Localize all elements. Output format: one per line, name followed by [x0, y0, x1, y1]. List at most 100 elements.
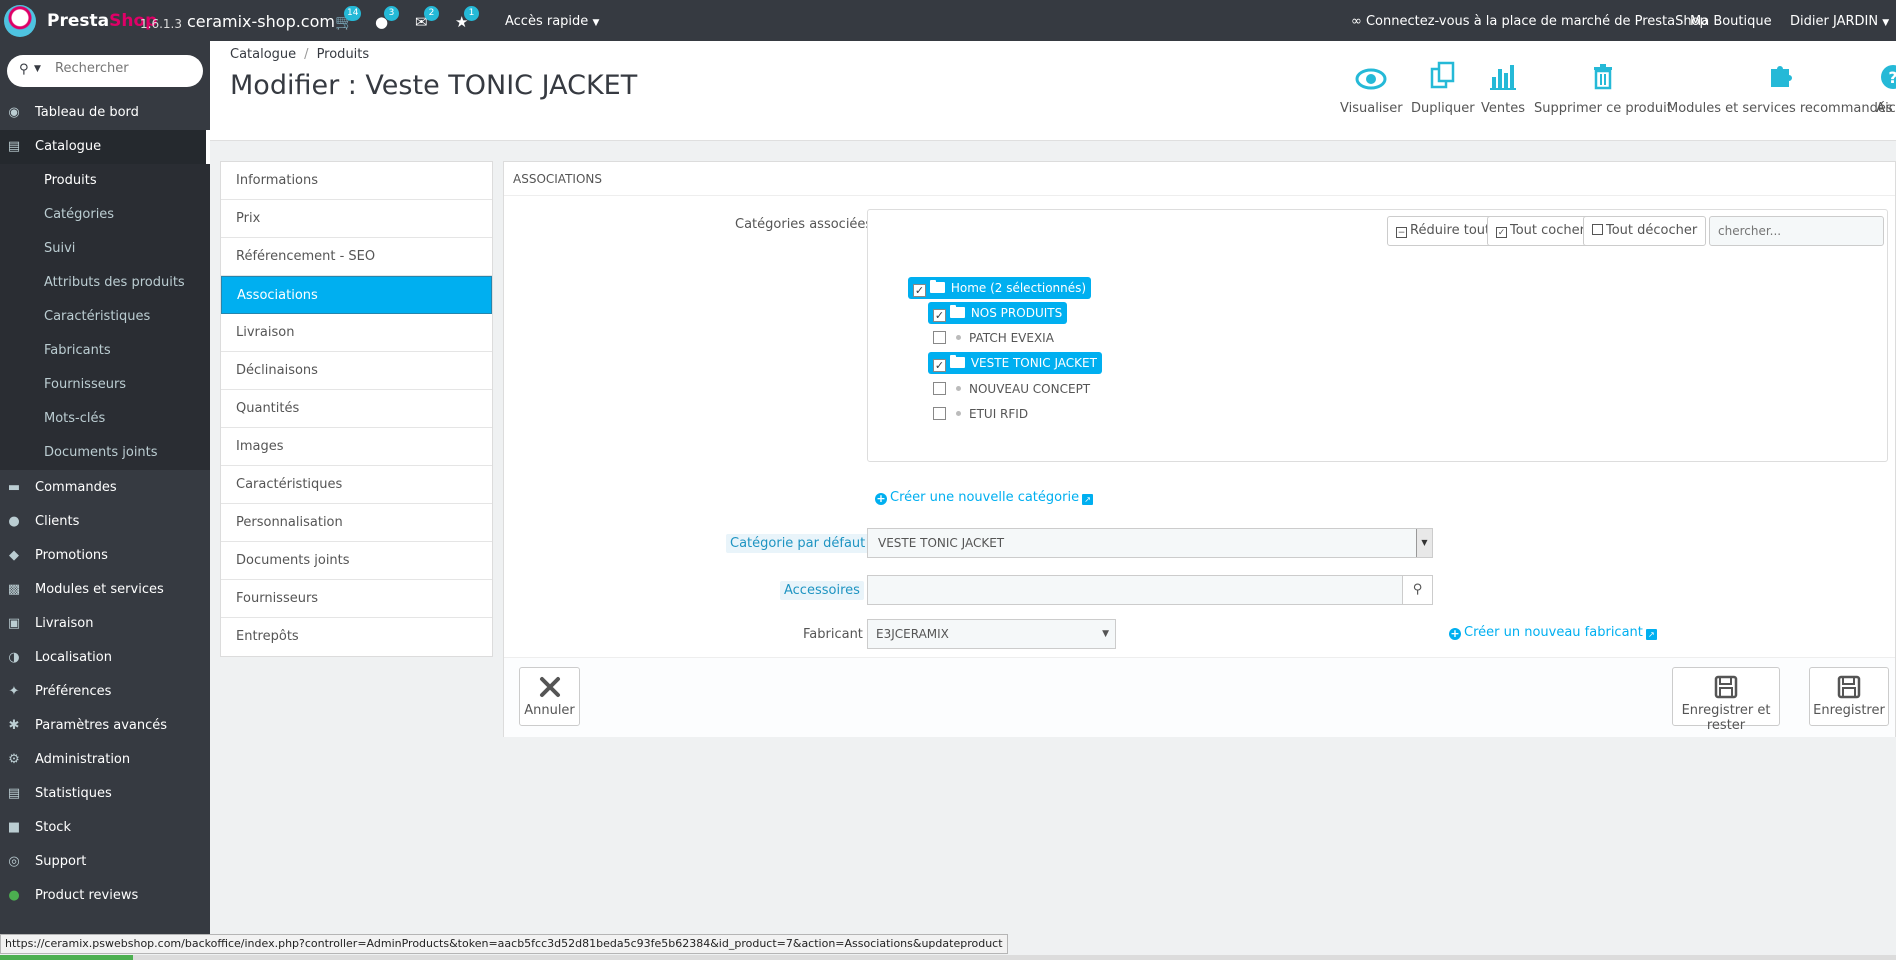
- view-product-button[interactable]: Visualiser: [1340, 59, 1403, 129]
- tree-search-input[interactable]: [1709, 216, 1884, 246]
- chevron-down-icon[interactable]: ▼: [34, 64, 41, 74]
- sidebar-item-product-reviews[interactable]: ● Product reviews: [0, 879, 210, 913]
- tab-informations[interactable]: Informations: [221, 162, 492, 200]
- cancel-button[interactable]: Annuler: [519, 667, 580, 726]
- breadcrumb-products[interactable]: Produits: [317, 47, 370, 62]
- tab-warehouses[interactable]: Entrepôts: [221, 618, 492, 656]
- marketplace-link[interactable]: ∞ Connectez-vous à la place de marché de…: [1351, 14, 1708, 29]
- search-icon[interactable]: ⚲: [19, 62, 29, 77]
- sidebar-item-promotions[interactable]: ◆ Promotions: [0, 539, 210, 573]
- submenu-manufacturers[interactable]: Fabricants: [0, 334, 210, 368]
- default-category-label[interactable]: Catégorie par défaut: [726, 534, 870, 553]
- tree-node-nos-produits[interactable]: ✓ NOS PRODUITS: [928, 302, 1068, 324]
- customer-notification[interactable]: ● 3: [375, 6, 399, 31]
- sidebar-item-advanced-params[interactable]: ✱ Paramètres avancés: [0, 709, 210, 743]
- checkbox-home[interactable]: ✓: [913, 284, 926, 297]
- sidebar-item-catalogue[interactable]: ▤ Catalogue: [0, 130, 210, 164]
- tree-node-patch-evexia[interactable]: PATCH EVEXIA: [933, 327, 1054, 349]
- submenu-attributes[interactable]: Attributs des produits: [0, 266, 210, 300]
- tab-suppliers[interactable]: Fournisseurs: [221, 580, 492, 618]
- checkbox-patch-evexia[interactable]: [933, 331, 946, 344]
- tab-attachments[interactable]: Documents joints: [221, 542, 492, 580]
- submenu-suppliers[interactable]: Fournisseurs: [0, 368, 210, 402]
- quick-access-label: Accès rapide: [505, 14, 589, 29]
- breadcrumb: Catalogue / Produits: [230, 47, 370, 62]
- sidebar-item-dashboard[interactable]: ◉ Tableau de bord: [0, 96, 210, 130]
- help-button[interactable]: ? Aic: [1876, 59, 1896, 129]
- shop-name[interactable]: ceramix-shop.com: [187, 12, 335, 31]
- page-title: Modifier : Veste TONIC JACKET: [230, 70, 638, 101]
- sidebar-item-stats[interactable]: ▤ Statistiques: [0, 777, 210, 811]
- tree-node-etui-rfid[interactable]: ETUI RFID: [933, 403, 1028, 425]
- sidebar-item-shipping[interactable]: ▣ Livraison: [0, 607, 210, 641]
- sidebar-search[interactable]: ⚲ ▼: [7, 55, 203, 87]
- submenu-products[interactable]: Produits: [0, 164, 210, 198]
- trophy-notification[interactable]: ★ 1: [455, 6, 479, 31]
- folder-icon: [950, 355, 965, 368]
- create-category-link[interactable]: + Créer une nouvelle catégorie ↗: [875, 490, 1094, 505]
- submenu-tracking[interactable]: Suivi: [0, 232, 210, 266]
- checkbox-veste[interactable]: ✓: [933, 359, 946, 372]
- tab-features[interactable]: Caractéristiques: [221, 466, 492, 504]
- sidebar-item-orders[interactable]: ▬ Commandes: [0, 471, 210, 505]
- tab-customization[interactable]: Personnalisation: [221, 504, 492, 542]
- message-badge: 2: [424, 6, 439, 21]
- tab-combinations[interactable]: Déclinaisons: [221, 352, 492, 390]
- sidebar-item-support[interactable]: ◎ Support: [0, 845, 210, 879]
- recommended-modules-button[interactable]: Modules et services recommandés: [1667, 59, 1893, 129]
- tab-images[interactable]: Images: [221, 428, 492, 466]
- tree-node-veste-tonic-jacket[interactable]: ✓ VESTE TONIC JACKET: [928, 352, 1102, 374]
- accessories-label[interactable]: Accessoires: [780, 581, 864, 600]
- user-menu[interactable]: Didier JARDIN ▼: [1790, 14, 1889, 29]
- submenu-features[interactable]: Caractéristiques: [0, 300, 210, 334]
- my-shop-link[interactable]: Ma Boutique: [1690, 14, 1772, 29]
- collapse-all-button[interactable]: − Réduire tout: [1387, 216, 1500, 246]
- marketplace-label: Connectez-vous à la place de marché de P…: [1365, 14, 1708, 29]
- create-manufacturer-link[interactable]: + Créer un nouveau fabricant ↗: [1449, 625, 1657, 640]
- checkbox-nouveau-concept[interactable]: [933, 382, 946, 395]
- sidebar-item-modules[interactable]: ▩ Modules et services: [0, 573, 210, 607]
- manufacturer-select[interactable]: E3JCERAMIX ▼: [867, 619, 1116, 649]
- search-icon[interactable]: ⚲: [1402, 575, 1433, 605]
- submenu-attachments[interactable]: Documents joints: [0, 436, 210, 470]
- tab-prices[interactable]: Prix: [221, 200, 492, 238]
- tree-node-home[interactable]: ✓ Home (2 sélectionnés): [908, 277, 1092, 299]
- sales-button[interactable]: Ventes: [1481, 59, 1525, 129]
- sidebar-item-preferences[interactable]: ✦ Préférences: [0, 675, 210, 709]
- sidebar-item-localization[interactable]: ◑ Localisation: [0, 641, 210, 675]
- tag-icon: ◆: [9, 548, 19, 563]
- prestashop-logo[interactable]: [4, 5, 36, 37]
- save-button[interactable]: Enregistrer: [1809, 667, 1889, 726]
- quick-access-menu[interactable]: Accès rapide ▼: [505, 14, 599, 29]
- duplicate-button[interactable]: Dupliquer: [1411, 59, 1475, 129]
- delete-product-button[interactable]: Supprimer ce produit: [1534, 59, 1672, 129]
- tab-shipping[interactable]: Livraison: [221, 314, 492, 352]
- submenu-categories[interactable]: Catégories: [0, 198, 210, 232]
- cart-notification[interactable]: 🛒 14: [335, 6, 362, 31]
- sidebar-item-customers[interactable]: ● Clients: [0, 505, 210, 539]
- save-and-stay-button[interactable]: Enregistrer et rester: [1672, 667, 1780, 733]
- search-input[interactable]: [55, 61, 195, 76]
- categories-label: Catégories associées: [735, 217, 873, 232]
- checkbox-nos-produits[interactable]: ✓: [933, 309, 946, 322]
- checkbox-etui-rfid[interactable]: [933, 407, 946, 420]
- message-notification[interactable]: ✉ 2: [415, 6, 439, 31]
- tab-seo[interactable]: Référencement - SEO: [221, 238, 492, 276]
- panel-heading: Associations: [504, 162, 1895, 196]
- submenu-tags[interactable]: Mots-clés: [0, 402, 210, 436]
- tab-associations[interactable]: Associations: [221, 276, 492, 314]
- accessories-input[interactable]: [867, 575, 1403, 605]
- page-header: Catalogue / Produits Modifier : Veste TONI…: [210, 41, 1896, 141]
- puzzle-icon: [1770, 66, 1792, 87]
- breadcrumb-catalogue[interactable]: Catalogue: [230, 47, 296, 62]
- tree-node-nouveau-concept[interactable]: NOUVEAU CONCEPT: [933, 378, 1090, 400]
- uncheck-all-button[interactable]: Tout décocher: [1583, 216, 1707, 246]
- check-all-button[interactable]: ✓ Tout cocher: [1487, 216, 1594, 246]
- chevron-down-icon[interactable]: ▼: [1416, 529, 1432, 557]
- sidebar-item-administration[interactable]: ⚙ Administration: [0, 743, 210, 777]
- default-category-select[interactable]: VESTE TONIC JACKET ▼: [867, 528, 1433, 558]
- plus-circle-icon: +: [1449, 627, 1461, 640]
- tab-quantities[interactable]: Quantités: [221, 390, 492, 428]
- external-link-icon: ↗: [1082, 494, 1094, 505]
- sidebar-item-stock[interactable]: ■ Stock: [0, 811, 210, 845]
